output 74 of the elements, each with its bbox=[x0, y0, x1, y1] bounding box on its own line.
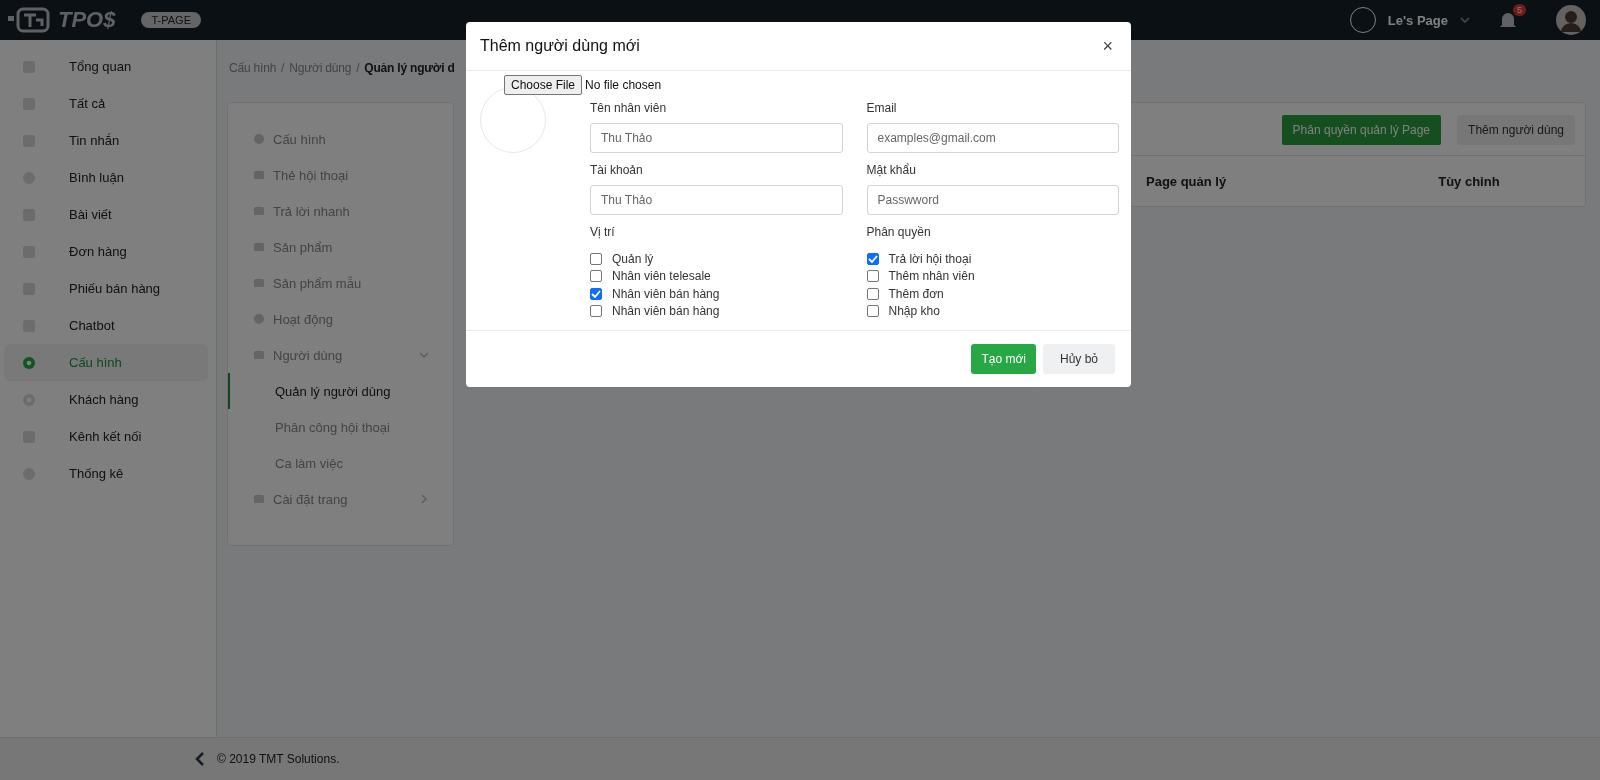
field-label: Mật khẩu bbox=[866, 163, 916, 177]
checkbox[interactable] bbox=[590, 252, 602, 265]
settings-menu-item[interactable]: Người dùng bbox=[228, 337, 453, 373]
cancel-button[interactable]: Hủy bỏ bbox=[1043, 344, 1115, 374]
checkbox[interactable] bbox=[866, 252, 879, 265]
close-button[interactable]: × bbox=[1098, 35, 1117, 57]
settings-submenu-item[interactable]: Phân công hội thoại bbox=[228, 409, 453, 445]
sidebar-item[interactable]: Đơn hàng bbox=[4, 233, 208, 270]
file-status: No file chosen bbox=[585, 78, 662, 92]
checkbox-label: Trả lời hội thoại bbox=[888, 251, 972, 266]
settings-menu-item[interactable]: Sản phẩm mẫu bbox=[228, 265, 453, 301]
logo-text: TPO$ bbox=[58, 7, 116, 33]
checkbox[interactable] bbox=[590, 287, 602, 300]
checkbox[interactable] bbox=[866, 287, 879, 300]
checkbox-label: Thêm nhân viên bbox=[888, 269, 975, 284]
settings-menu-item[interactable]: Trả lời nhanh bbox=[228, 193, 453, 229]
sidebar-item[interactable]: Bình luận bbox=[4, 159, 208, 196]
sidebar-item[interactable]: Tổng quan bbox=[4, 48, 208, 85]
sidebar-item[interactable]: Tin nhắn bbox=[4, 122, 208, 159]
field-label: Tên nhân viên bbox=[590, 101, 667, 115]
input-field[interactable]: Thu Thảo bbox=[590, 123, 843, 153]
input-field[interactable]: Passwword bbox=[866, 185, 1119, 215]
column-header: Page quản lý bbox=[1146, 173, 1227, 189]
settings-menu-item[interactable]: Sản phẩm bbox=[228, 229, 453, 265]
logo-icon bbox=[8, 6, 52, 34]
breadcrumb-current: Quản lý người d bbox=[364, 61, 455, 75]
chevron-down-icon bbox=[419, 350, 429, 360]
chevron-right-icon bbox=[419, 494, 429, 504]
checkbox[interactable] bbox=[590, 270, 602, 283]
checkbox[interactable] bbox=[866, 270, 879, 283]
group-label: Vị trí bbox=[590, 225, 615, 239]
checkbox-label: Nhân viên telesale bbox=[612, 269, 711, 284]
sidebar-item[interactable]: Bài viết bbox=[4, 196, 208, 233]
app-badge: T-PAGE bbox=[141, 12, 201, 28]
notification-count: 5 bbox=[1513, 4, 1526, 16]
sidebar-item[interactable]: Kênh kết nối bbox=[4, 418, 208, 455]
page-selector[interactable]: Le's Page bbox=[1387, 12, 1448, 28]
settings-menu-item[interactable]: Cài đặt trang bbox=[228, 481, 453, 517]
input-field[interactable]: examples@gmail.com bbox=[866, 123, 1119, 153]
sidebar-item[interactable]: Cấu hình bbox=[4, 344, 208, 381]
column-header: Tùy chỉnh bbox=[1438, 173, 1500, 189]
add-user-button[interactable]: Thêm người dùng bbox=[1457, 115, 1575, 145]
bell-icon[interactable] bbox=[1498, 10, 1518, 30]
sidebar-item[interactable]: Phiếu bán hàng bbox=[4, 270, 208, 307]
create-button[interactable]: Tạo mới bbox=[971, 344, 1036, 374]
collapse-icon[interactable] bbox=[195, 752, 205, 766]
breadcrumb-separator: / bbox=[356, 61, 360, 75]
group-label: Phân quyền bbox=[866, 225, 931, 239]
checkbox-label: Nhân viên bán hàng bbox=[612, 286, 720, 301]
sidebar-item[interactable]: Tất cả bbox=[4, 85, 208, 122]
dialog-title: Thêm người dùng mới bbox=[480, 37, 640, 55]
checkbox-label: Thêm đơn bbox=[888, 286, 944, 301]
checkbox[interactable] bbox=[590, 305, 602, 318]
settings-submenu-item[interactable]: Ca làm việc bbox=[228, 445, 453, 481]
settings-submenu-item[interactable]: Quản lý người dùng bbox=[228, 373, 453, 409]
checkbox[interactable] bbox=[866, 305, 879, 318]
settings-menu-item[interactable]: Cấu hình bbox=[228, 121, 453, 157]
checkbox-label: Nhập kho bbox=[888, 304, 940, 319]
copyright-text: © 2019 TMT Solutions. bbox=[217, 752, 340, 766]
breadcrumb-separator: / bbox=[281, 61, 285, 75]
sidebar-item[interactable]: Thống kê bbox=[4, 455, 208, 492]
choose-file-button[interactable]: Choose File bbox=[504, 75, 583, 95]
input-field[interactable]: Thu Thảo bbox=[590, 185, 843, 215]
sidebar-item[interactable]: Chatbot bbox=[4, 307, 208, 344]
settings-menu-item[interactable]: Hoạt động bbox=[228, 301, 453, 337]
chevron-down-icon[interactable] bbox=[1460, 17, 1470, 23]
checkbox-label: Nhân viên bán hàng bbox=[612, 304, 720, 319]
field-label: Tài khoản bbox=[590, 163, 643, 177]
field-label: Email bbox=[866, 101, 897, 115]
settings-menu-item[interactable]: Thẻ hội thoại bbox=[228, 157, 453, 193]
sidebar-item[interactable]: Khách hàng bbox=[4, 381, 208, 418]
user-avatar-icon[interactable] bbox=[1556, 5, 1586, 35]
checkbox-label: Quản lý bbox=[612, 251, 654, 266]
permission-button[interactable]: Phân quyền quản lý Page bbox=[1281, 115, 1442, 145]
